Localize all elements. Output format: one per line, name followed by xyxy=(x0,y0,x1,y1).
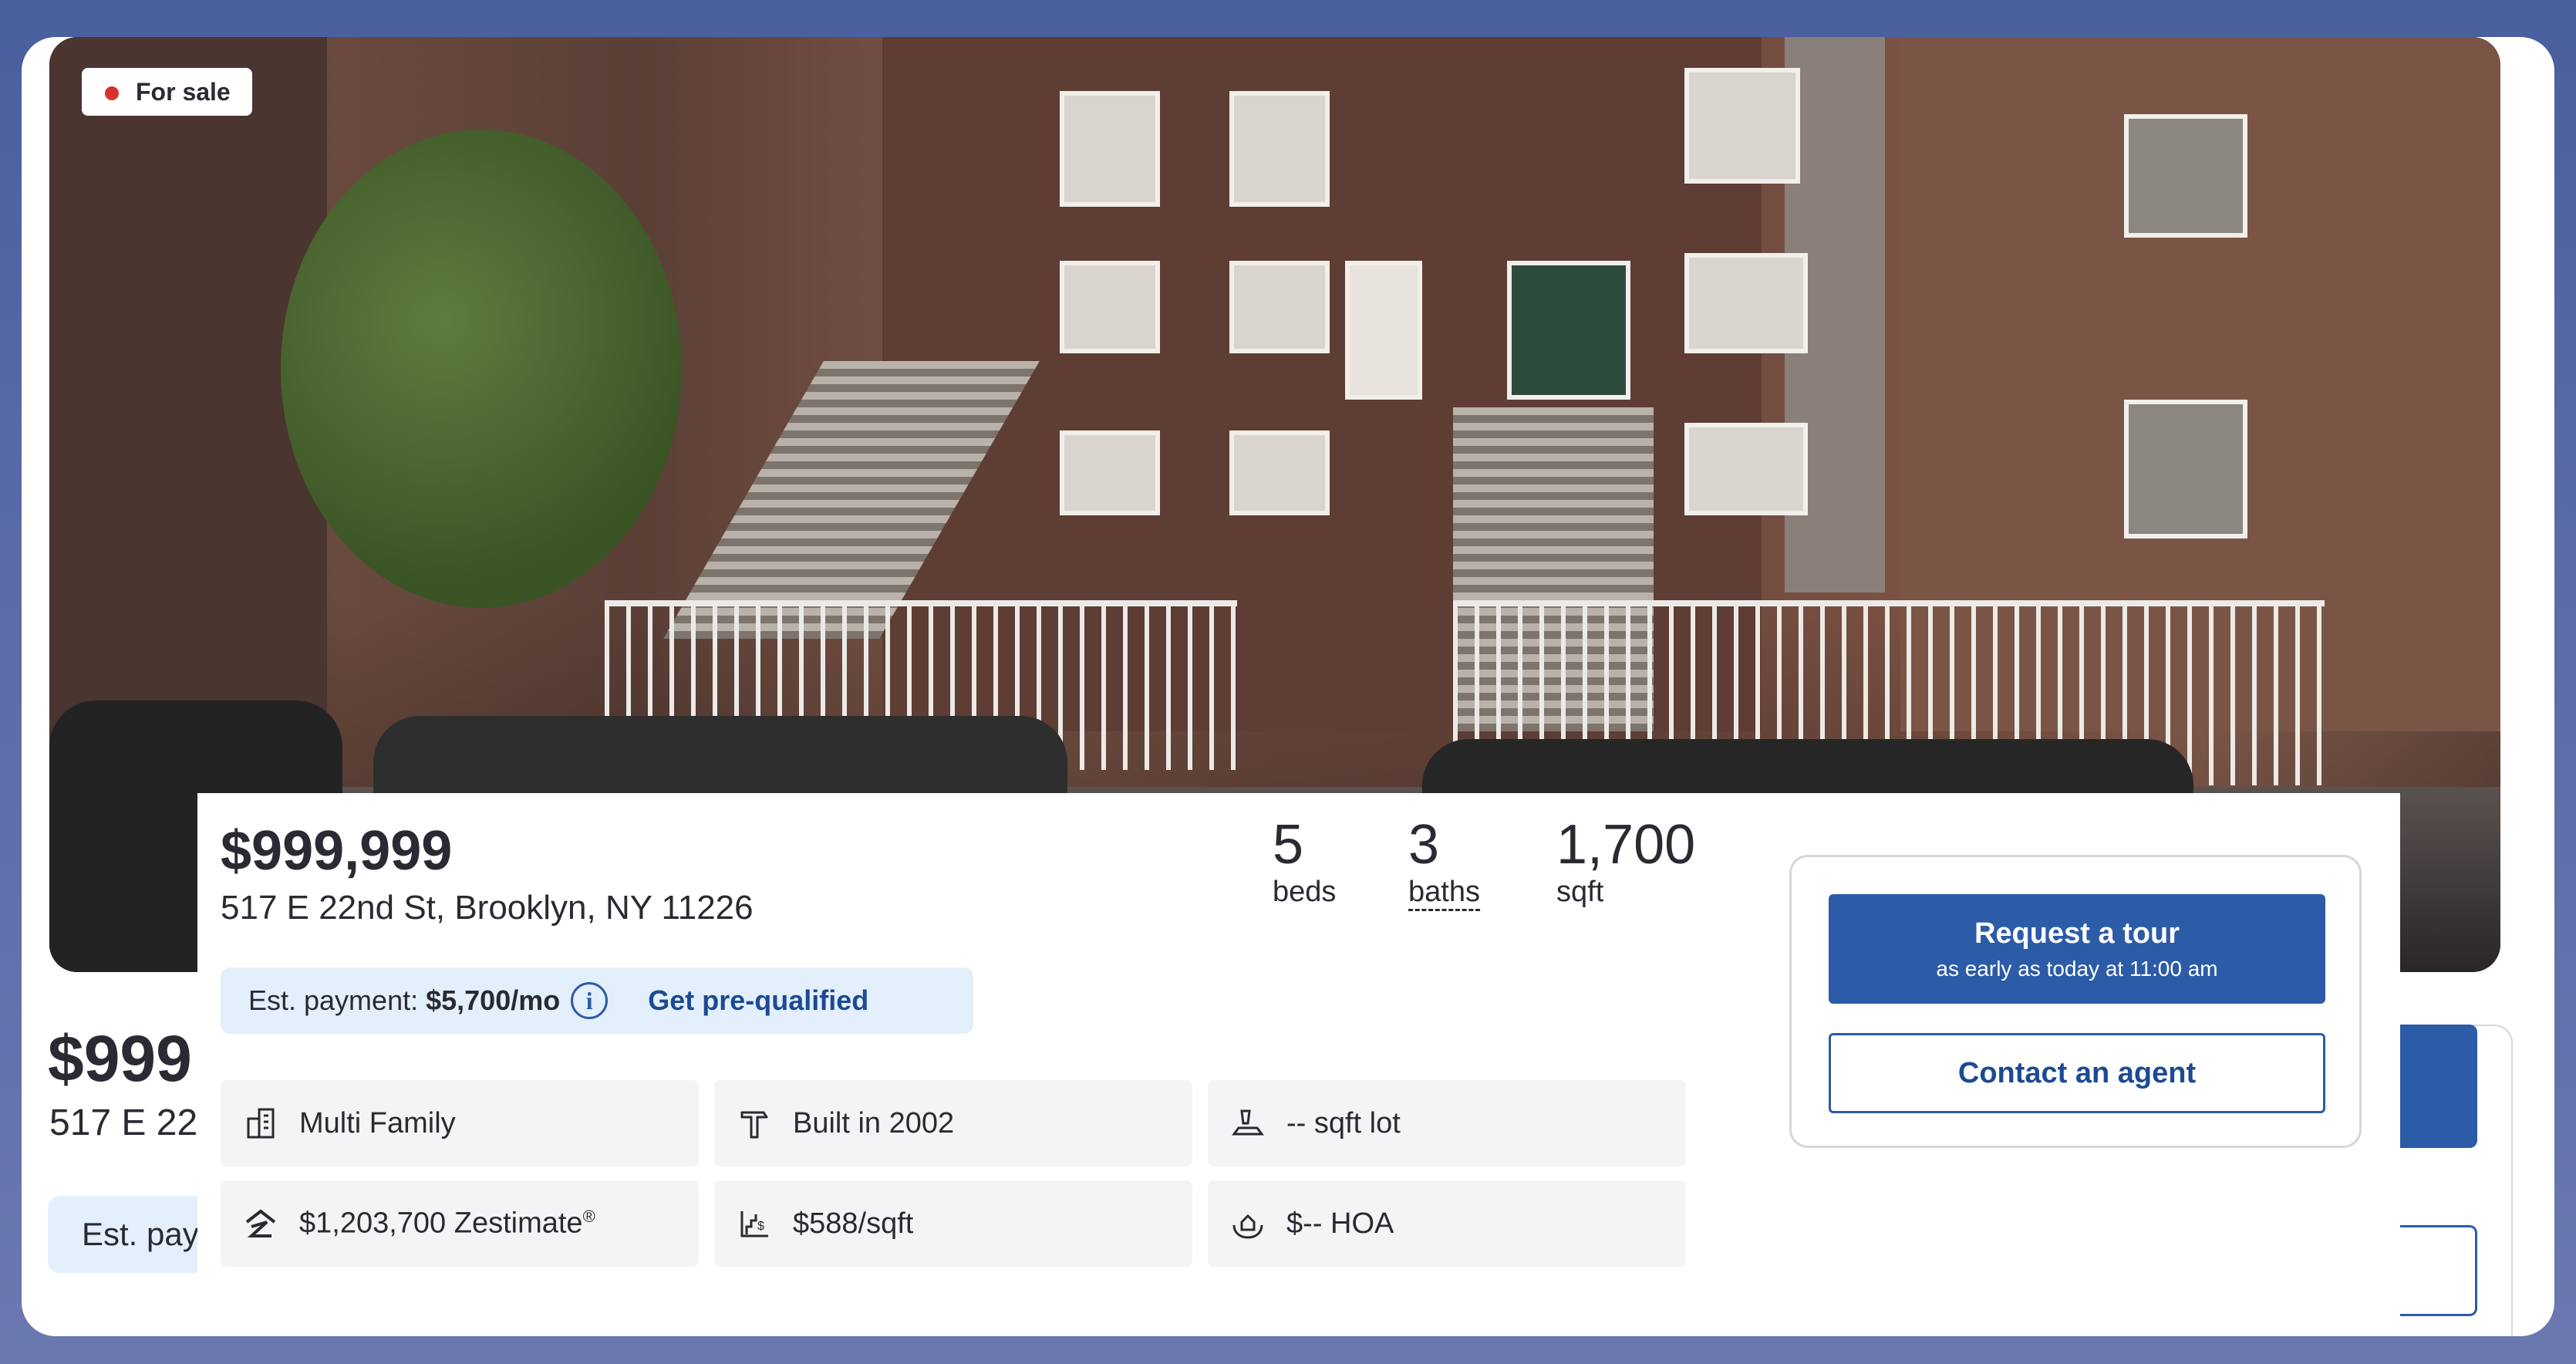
est-payment-label: Est. payment: xyxy=(248,984,419,1016)
hammer-icon xyxy=(736,1105,773,1142)
photo-door xyxy=(1507,261,1630,400)
listing-address: 517 E 22nd St, Brooklyn, NY 11226 xyxy=(221,889,754,927)
photo-window xyxy=(1229,430,1330,515)
photo-window xyxy=(1229,91,1330,207)
fact-zestimate[interactable]: $1,203,700 Zestimate® xyxy=(221,1180,699,1267)
svg-text:$: $ xyxy=(757,1220,764,1233)
baths-value: 3 xyxy=(1408,814,1440,876)
fact-price-per-sqft: $ $588/sqft xyxy=(714,1180,1192,1267)
contact-agent-button[interactable]: Contact an agent xyxy=(1829,1033,2325,1113)
contact-card: Request a tour as early as today at 11:0… xyxy=(1789,855,2362,1148)
hoa-icon xyxy=(1229,1205,1266,1242)
request-tour-subtitle: as early as today at 11:00 am xyxy=(1936,956,2218,981)
fact-lot-size: -- sqft lot xyxy=(1208,1080,1686,1166)
est-payment-amount: $5,700/mo xyxy=(426,984,561,1016)
zestimate-text: $1,203,700 Zestimate xyxy=(299,1207,583,1240)
photo-window xyxy=(2124,114,2247,238)
baths-stat[interactable]: 3 baths xyxy=(1408,814,1480,912)
photo-window xyxy=(1684,253,1808,353)
building-icon xyxy=(242,1105,279,1142)
price-per-sqft-icon: $ xyxy=(736,1205,773,1242)
photo-window xyxy=(1684,68,1800,184)
photo-window xyxy=(2124,400,2247,539)
fact-text: Built in 2002 xyxy=(793,1106,955,1139)
status-badge: For sale xyxy=(82,68,252,116)
browser-window: For sale $999 517 E 22 Est. pay $999,999… xyxy=(22,37,2554,1336)
photo-window xyxy=(1060,261,1160,353)
sqft-stat: 1,700 sqft xyxy=(1556,814,1696,909)
photo-door xyxy=(1345,261,1422,400)
request-tour-button[interactable]: Request a tour as early as today at 11:0… xyxy=(1829,894,2325,1004)
photo-window xyxy=(1060,91,1160,207)
photo-window xyxy=(1229,261,1330,353)
estimated-payment: Est. payment: $5,700/mo i Get pre-qualif… xyxy=(221,967,973,1034)
fact-text: $588/sqft xyxy=(793,1207,914,1240)
beds-value: 5 xyxy=(1273,814,1304,876)
sqft-label: sqft xyxy=(1556,876,1604,909)
fact-text: $1,203,700 Zestimate® xyxy=(299,1207,595,1241)
zestimate-icon xyxy=(242,1205,279,1242)
sqft-value: 1,700 xyxy=(1556,814,1696,876)
status-label: For sale xyxy=(136,77,231,106)
fact-home-type: Multi Family xyxy=(221,1080,699,1166)
fact-text: -- sqft lot xyxy=(1286,1106,1401,1139)
fact-text: $-- HOA xyxy=(1286,1207,1394,1240)
get-prequalified-link[interactable]: Get pre-qualified xyxy=(648,984,868,1017)
fact-year-built: Built in 2002 xyxy=(714,1080,1192,1166)
background-price: $999 xyxy=(48,1022,192,1095)
photo-window xyxy=(1060,430,1160,515)
background-address: 517 E 22 xyxy=(49,1102,198,1143)
request-tour-title: Request a tour xyxy=(1974,917,2180,950)
beds-stat: 5 beds xyxy=(1273,814,1337,909)
info-icon[interactable]: i xyxy=(571,982,609,1019)
photo-window xyxy=(1684,423,1808,515)
status-dot-icon xyxy=(105,86,119,100)
lot-icon xyxy=(1229,1105,1266,1142)
photo-tree xyxy=(281,130,682,608)
listing-price: $999,999 xyxy=(221,820,453,882)
fact-text: Multi Family xyxy=(299,1106,456,1139)
fact-hoa: $-- HOA xyxy=(1208,1180,1686,1267)
registered-mark: ® xyxy=(582,1207,595,1227)
listing-summary-card: $999,999 517 E 22nd St, Brooklyn, NY 112… xyxy=(197,793,2400,1336)
baths-label[interactable]: baths xyxy=(1408,876,1480,912)
beds-label: beds xyxy=(1273,876,1337,909)
